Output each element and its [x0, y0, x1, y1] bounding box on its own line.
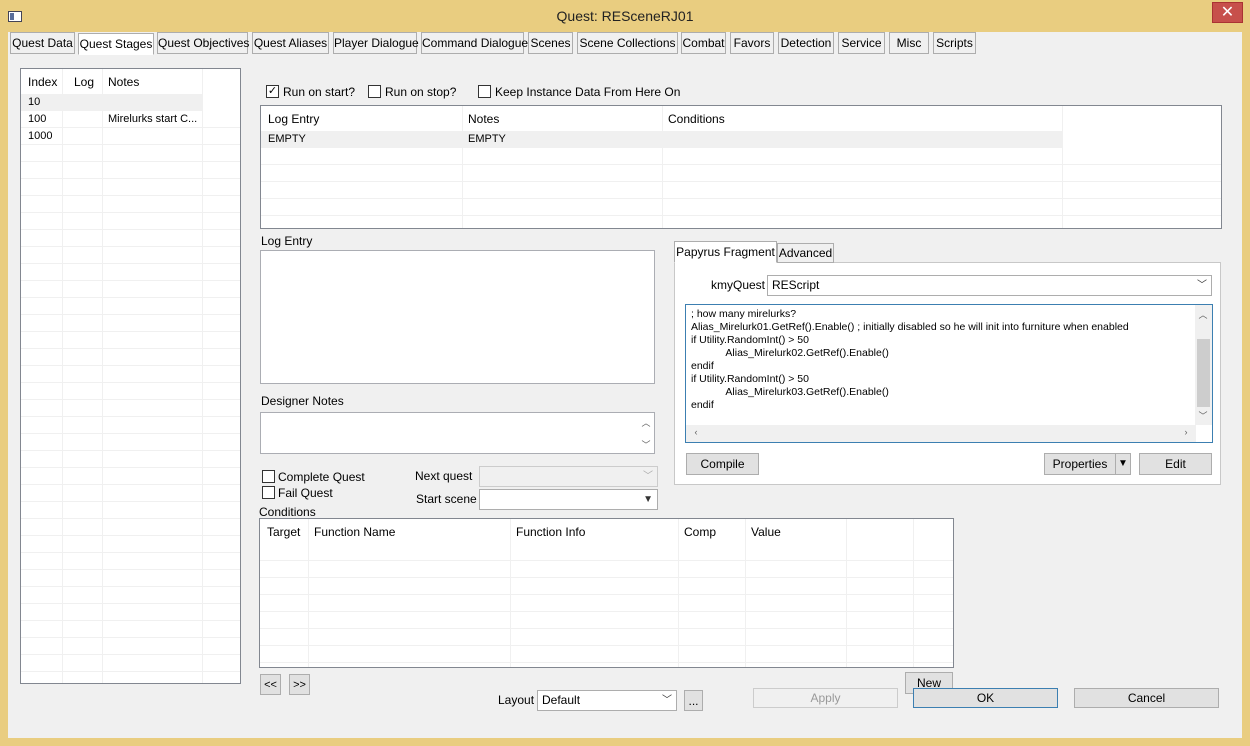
- condition-value-header[interactable]: Value: [751, 525, 781, 539]
- start-scene-label: Start scene: [416, 492, 477, 506]
- scroll-up-icon[interactable]: ︿: [1195, 308, 1211, 321]
- close-icon[interactable]: ✕: [1212, 2, 1243, 23]
- run-on-stop-checkbox[interactable]: [368, 85, 381, 98]
- condition-comp-header[interactable]: Comp: [684, 525, 716, 539]
- tab-quest-aliases[interactable]: Quest Aliases: [252, 32, 329, 54]
- code-line: Alias_Mirelurk03.GetRef().Enable(): [691, 386, 889, 398]
- stage-index-header[interactable]: Index: [28, 75, 57, 89]
- start-scene-select[interactable]: ▼: [479, 489, 658, 510]
- dialog-client-area: Quest Data Quest Stages Quest Objectives…: [8, 32, 1242, 738]
- stage-list[interactable]: Index Log Notes 10 100 Mirelurks start C…: [20, 68, 241, 684]
- log-notes-header[interactable]: Notes: [468, 112, 499, 126]
- code-line: endif: [691, 360, 714, 372]
- code-line: Alias_Mirelurk02.GetRef().Enable(): [691, 347, 889, 359]
- tab-quest-data[interactable]: Quest Data: [10, 32, 75, 54]
- scroll-thumb[interactable]: [1197, 339, 1210, 407]
- tab-combat[interactable]: Combat: [681, 32, 726, 54]
- next-button[interactable]: >>: [289, 674, 310, 695]
- code-horizontal-scrollbar[interactable]: ‹ ›: [686, 425, 1196, 442]
- tab-scripts[interactable]: Scripts: [933, 32, 976, 54]
- log-notes-cell[interactable]: EMPTY: [468, 133, 506, 145]
- quest-window: Quest: RESceneRJ01 ✕ Quest Data Quest St…: [0, 0, 1250, 746]
- apply-button[interactable]: Apply: [753, 688, 898, 708]
- fail-quest-label[interactable]: Fail Quest: [278, 486, 333, 500]
- ok-button[interactable]: OK: [913, 688, 1058, 708]
- tab-detection[interactable]: Detection: [778, 32, 834, 54]
- prev-button[interactable]: <<: [260, 674, 281, 695]
- properties-button[interactable]: Properties: [1044, 453, 1116, 475]
- conditions-table[interactable]: Target Function Name Function Info Comp …: [259, 518, 954, 668]
- complete-quest-checkbox[interactable]: [262, 470, 275, 483]
- kmyquest-select[interactable]: REScript ﹀: [767, 275, 1212, 296]
- scroll-down-icon[interactable]: ﹀: [638, 438, 654, 451]
- code-line: endif: [691, 399, 714, 411]
- keep-instance-checkbox[interactable]: [478, 85, 491, 98]
- next-quest-select[interactable]: ﹀: [479, 466, 658, 487]
- code-line: ; how many mirelurks?: [691, 308, 797, 320]
- chevron-down-icon: ﹀: [662, 695, 672, 706]
- designer-notes-textarea[interactable]: ︿ ﹀: [260, 412, 655, 454]
- kmyquest-label: kmyQuest: [711, 278, 766, 292]
- condition-function-info-header[interactable]: Function Info: [516, 525, 585, 539]
- papyrus-code-editor[interactable]: ; how many mirelurks? Alias_Mirelurk01.G…: [685, 304, 1213, 443]
- next-quest-label: Next quest: [415, 469, 473, 483]
- code-line: if Utility.RandomInt() > 50: [691, 334, 809, 346]
- run-on-start-checkbox[interactable]: ✓: [266, 85, 279, 98]
- conditions-label: Conditions: [259, 505, 316, 519]
- stage-row-selected-highlight: [21, 94, 203, 111]
- cancel-button[interactable]: Cancel: [1074, 688, 1219, 708]
- tab-command-dialogue[interactable]: Command Dialogue: [421, 32, 528, 54]
- complete-quest-label[interactable]: Complete Quest: [278, 470, 365, 484]
- tab-advanced[interactable]: Advanced: [777, 243, 834, 263]
- keep-instance-label[interactable]: Keep Instance Data From Here On: [495, 85, 680, 99]
- properties-dropdown-icon[interactable]: ▼: [1115, 453, 1131, 475]
- kmyquest-value: REScript: [772, 278, 820, 292]
- layout-label: Layout: [498, 693, 535, 707]
- log-entry-header[interactable]: Log Entry: [268, 112, 319, 126]
- code-line: Alias_Mirelurk01.GetRef().Enable() ; ini…: [691, 321, 1129, 333]
- log-conditions-header[interactable]: Conditions: [668, 112, 725, 126]
- tab-player-dialogue[interactable]: Player Dialogue: [333, 32, 419, 54]
- tab-papyrus-fragment[interactable]: Papyrus Fragment: [674, 241, 777, 263]
- tab-quest-objectives[interactable]: Quest Objectives: [157, 32, 249, 54]
- log-entry-cell[interactable]: EMPTY: [268, 133, 306, 145]
- tab-scene-collections[interactable]: Scene Collections: [577, 32, 678, 54]
- stage-notes-header[interactable]: Notes: [108, 75, 139, 89]
- run-on-stop-label[interactable]: Run on stop?: [385, 85, 456, 99]
- condition-target-header[interactable]: Target: [267, 525, 300, 539]
- title-bar[interactable]: Quest: RESceneRJ01 ✕: [0, 0, 1250, 32]
- chevron-down-icon: ﹀: [643, 471, 653, 482]
- log-entries-table[interactable]: Log Entry Notes Conditions EMPTY EMPTY: [260, 105, 1222, 229]
- window-title: Quest: RESceneRJ01: [556, 8, 694, 24]
- stage-index-cell[interactable]: 10: [28, 96, 40, 108]
- layout-select[interactable]: Default ﹀: [537, 690, 677, 711]
- tab-misc[interactable]: Misc: [889, 32, 929, 54]
- condition-function-name-header[interactable]: Function Name: [314, 525, 395, 539]
- edit-button[interactable]: Edit: [1139, 453, 1212, 475]
- tab-favors[interactable]: Favors: [730, 32, 774, 54]
- code-vertical-scrollbar[interactable]: ︿ ﹀: [1195, 305, 1212, 425]
- designer-notes-label: Designer Notes: [261, 394, 344, 408]
- layout-value: Default: [542, 693, 581, 707]
- scroll-down-icon[interactable]: ﹀: [1195, 409, 1211, 422]
- scroll-right-icon[interactable]: ›: [1178, 427, 1194, 437]
- tab-quest-stages[interactable]: Quest Stages: [78, 33, 154, 55]
- run-on-start-label[interactable]: Run on start?: [283, 85, 355, 99]
- compile-button[interactable]: Compile: [686, 453, 759, 475]
- fail-quest-checkbox[interactable]: [262, 486, 275, 499]
- tab-service[interactable]: Service: [838, 32, 885, 54]
- log-row-selected-highlight: [261, 131, 1063, 148]
- stage-log-header[interactable]: Log: [74, 75, 94, 89]
- tab-scenes[interactable]: Scenes: [528, 32, 573, 54]
- log-entry-label: Log Entry: [261, 234, 313, 248]
- scroll-up-icon[interactable]: ︿: [638, 416, 654, 429]
- code-line: if Utility.RandomInt() > 50: [691, 373, 809, 385]
- layout-more-button[interactable]: ...: [684, 690, 703, 711]
- designer-notes-scrollbar[interactable]: ︿ ﹀: [638, 413, 654, 453]
- chevron-down-icon: ﹀: [1197, 280, 1207, 291]
- chevron-down-icon: ▼: [643, 494, 653, 505]
- log-entry-textarea[interactable]: [260, 250, 655, 384]
- scroll-left-icon[interactable]: ‹: [688, 427, 704, 437]
